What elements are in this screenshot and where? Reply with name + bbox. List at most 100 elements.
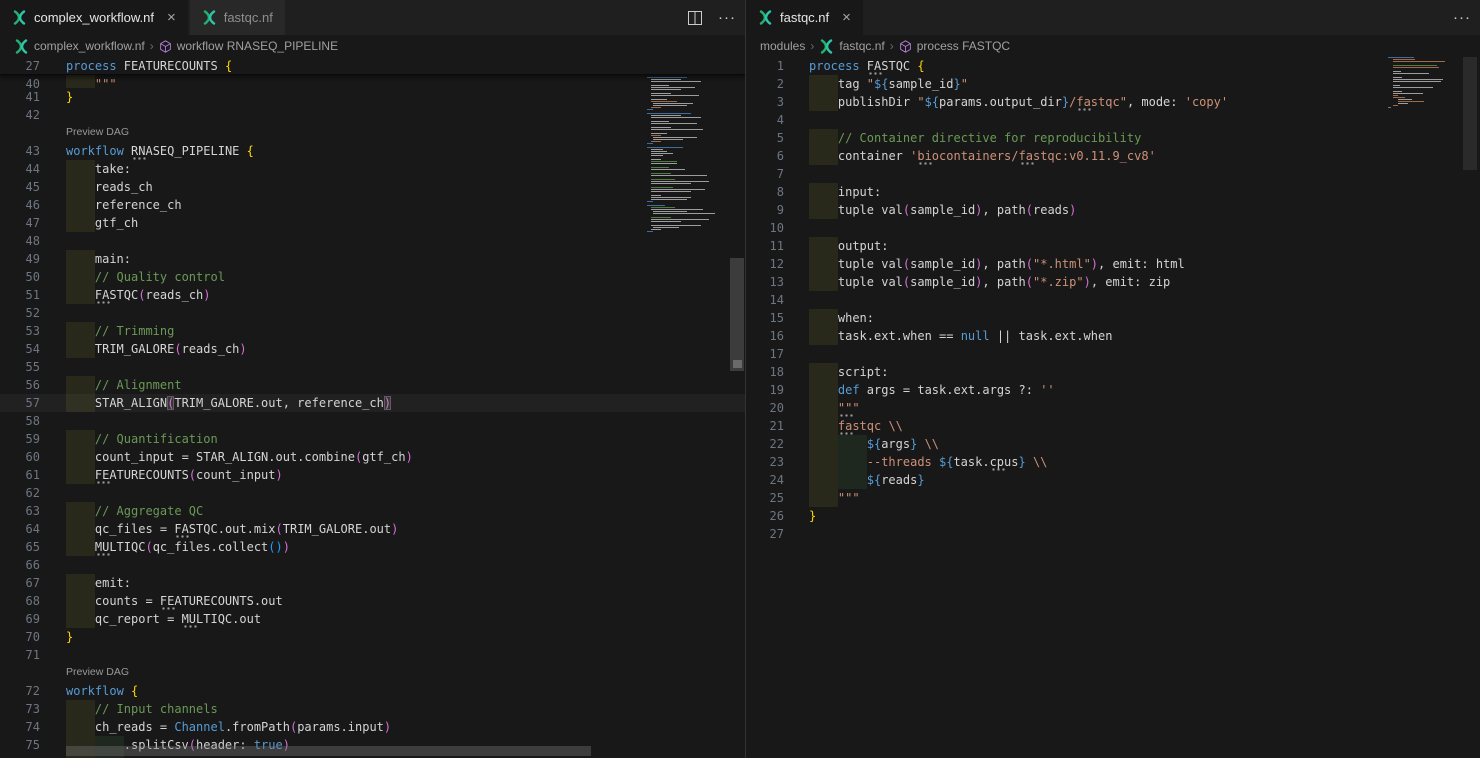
code-line-60[interactable]: 60count_input = STAR_ALIGN.out.combine(g… xyxy=(0,448,745,466)
code-line-17[interactable]: 17 xyxy=(746,345,1480,363)
minimap[interactable] xyxy=(1388,57,1452,113)
code-line-23[interactable]: 23--threads ${task.cpus} \\ xyxy=(746,453,1480,471)
code-line-13[interactable]: 13tuple val(sample_id), path("*.zip"), e… xyxy=(746,273,1480,291)
code-line-5[interactable]: 5// Container directive for reproducibil… xyxy=(746,129,1480,147)
code-line-3[interactable]: 3publishDir "${params.output_dir}/fastqc… xyxy=(746,93,1480,111)
code-line-73[interactable]: 73// Input channels xyxy=(0,700,745,718)
code-line-58[interactable]: 58 xyxy=(0,412,745,430)
line-number: 19 xyxy=(746,381,784,399)
code-line-10[interactable]: 10 xyxy=(746,219,1480,237)
code-line-40[interactable]: 40""" xyxy=(0,75,745,88)
line-text: // Container directive for reproducibili… xyxy=(838,129,1141,147)
code-line-8[interactable]: 8input: xyxy=(746,183,1480,201)
vertical-scrollbar[interactable] xyxy=(730,258,744,371)
more-actions-icon[interactable]: ··· xyxy=(717,8,737,28)
code-line-47[interactable]: 47gtf_ch xyxy=(0,214,745,232)
breadcrumb-item[interactable]: process FASTQC xyxy=(899,39,1010,53)
codelens-link[interactable]: Preview DAG xyxy=(0,124,745,142)
code-line-26[interactable]: 26} xyxy=(746,507,1480,525)
code-editor-left[interactable]: 27process FEATURECOUNTS { 40"""41}42Prev… xyxy=(0,57,745,758)
line-number: 2 xyxy=(746,75,784,93)
line-text: container 'biocontainers/fastqc:v0.11.9_… xyxy=(838,147,1156,165)
code-line-50[interactable]: 50// Quality control xyxy=(0,268,745,286)
code-line-19[interactable]: 19def args = task.ext.args ?: '' xyxy=(746,381,1480,399)
line-text: tuple val(sample_id), path("*.zip"), emi… xyxy=(838,273,1170,291)
code-line-61[interactable]: 61FEATURECOUNTS(count_input) xyxy=(0,466,745,484)
horizontal-scrollbar[interactable] xyxy=(66,746,591,756)
codelens-link[interactable]: Preview DAG xyxy=(0,664,745,682)
sticky-scroll-line[interactable]: 27process FEATURECOUNTS { xyxy=(0,57,745,75)
code-line-68[interactable]: 68counts = FEATURECOUNTS.out xyxy=(0,592,745,610)
code-line-45[interactable]: 45reads_ch xyxy=(0,178,745,196)
code-line-12[interactable]: 12tuple val(sample_id), path("*.html"), … xyxy=(746,255,1480,273)
code-line-4[interactable]: 4 xyxy=(746,111,1480,129)
code-line-62[interactable]: 62 xyxy=(0,484,745,502)
code-line-71[interactable]: 71 xyxy=(0,646,745,664)
more-actions-icon[interactable]: ··· xyxy=(1452,8,1472,28)
code-line-9[interactable]: 9tuple val(sample_id), path(reads) xyxy=(746,201,1480,219)
code-line-1[interactable]: 1process FASTQC { xyxy=(746,57,1480,75)
breadcrumb-item[interactable]: complex_workflow.nf xyxy=(14,39,145,54)
code-line-2[interactable]: 2tag "${sample_id}" xyxy=(746,75,1480,93)
code-line-42[interactable]: 42 xyxy=(0,106,745,124)
close-icon[interactable]: × xyxy=(167,10,176,25)
code-line-46[interactable]: 46reference_ch xyxy=(0,196,745,214)
vscode-window: complex_workflow.nf× fastqc.nf ··· compl… xyxy=(0,0,1480,758)
line-number: 11 xyxy=(746,237,784,255)
minimap[interactable] xyxy=(647,57,729,235)
code-line-6[interactable]: 6container 'biocontainers/fastqc:v0.11.9… xyxy=(746,147,1480,165)
code-line-43[interactable]: 43workflow RNASEQ_PIPELINE { xyxy=(0,142,745,160)
code-line-63[interactable]: 63// Aggregate QC xyxy=(0,502,745,520)
code-line-27[interactable]: 27 xyxy=(746,525,1480,543)
code-editor-right[interactable]: 1process FASTQC {2tag "${sample_id}"3pub… xyxy=(746,57,1480,758)
code-line-7[interactable]: 7 xyxy=(746,165,1480,183)
tab-fastqc.nf[interactable]: fastqc.nf× xyxy=(746,0,863,35)
split-editor-icon[interactable] xyxy=(685,8,705,28)
code-line-64[interactable]: 64qc_files = FASTQC.out.mix(TRIM_GALORE.… xyxy=(0,520,745,538)
editor-actions-left: ··· xyxy=(685,0,737,35)
code-line-54[interactable]: 54TRIM_GALORE(reads_ch) xyxy=(0,340,745,358)
code-line-67[interactable]: 67emit: xyxy=(0,574,745,592)
code-line-41[interactable]: 41} xyxy=(0,88,745,106)
code-line-18[interactable]: 18script: xyxy=(746,363,1480,381)
code-line-65[interactable]: 65MULTIQC(qc_files.collect()) xyxy=(0,538,745,556)
code-line-21[interactable]: 21fastqc \\ xyxy=(746,417,1480,435)
tab-fastqc.nf[interactable]: fastqc.nf xyxy=(190,0,285,35)
line-number: 3 xyxy=(746,93,784,111)
close-icon[interactable]: × xyxy=(842,10,851,25)
line-number: 67 xyxy=(0,574,40,592)
code-line-49[interactable]: 49main: xyxy=(0,250,745,268)
code-line-74[interactable]: 74ch_reads = Channel.fromPath(params.inp… xyxy=(0,718,745,736)
code-line-72[interactable]: 72workflow { xyxy=(0,682,745,700)
code-line-57[interactable]: 57STAR_ALIGN(TRIM_GALORE.out, reference_… xyxy=(0,394,745,412)
code-line-25[interactable]: 25""" xyxy=(746,489,1480,507)
breadcrumb-item[interactable]: workflow RNASEQ_PIPELINE xyxy=(159,39,338,53)
code-line-24[interactable]: 24${reads} xyxy=(746,471,1480,489)
code-line-51[interactable]: 51FASTQC(reads_ch) xyxy=(0,286,745,304)
code-line-14[interactable]: 14 xyxy=(746,291,1480,309)
code-line-16[interactable]: 16task.ext.when == null || task.ext.when xyxy=(746,327,1480,345)
tab-complex_workflow.nf[interactable]: complex_workflow.nf× xyxy=(0,0,188,35)
code-line-48[interactable]: 48 xyxy=(0,232,745,250)
code-line-53[interactable]: 53// Trimming xyxy=(0,322,745,340)
code-line-44[interactable]: 44take: xyxy=(0,160,745,178)
code-line-52[interactable]: 52 xyxy=(0,304,745,322)
indent-guide xyxy=(66,502,95,520)
breadcrumb-item[interactable]: modules xyxy=(760,39,805,53)
line-number: 47 xyxy=(0,214,40,232)
code-line-22[interactable]: 22${args} \\ xyxy=(746,435,1480,453)
code-line-55[interactable]: 55 xyxy=(0,358,745,376)
breadcrumb-item[interactable]: fastqc.nf xyxy=(819,39,884,54)
code-line-11[interactable]: 11output: xyxy=(746,237,1480,255)
indent-guide xyxy=(809,93,838,111)
code-line-69[interactable]: 69qc_report = MULTIQC.out xyxy=(0,610,745,628)
line-text: } xyxy=(66,88,73,106)
code-line-59[interactable]: 59// Quantification xyxy=(0,430,745,448)
code-line-15[interactable]: 15when: xyxy=(746,309,1480,327)
code-line-66[interactable]: 66 xyxy=(0,556,745,574)
code-line-56[interactable]: 56// Alignment xyxy=(0,376,745,394)
line-text: TRIM_GALORE(reads_ch) xyxy=(95,340,247,358)
vertical-scrollbar[interactable] xyxy=(1463,57,1477,170)
code-line-20[interactable]: 20""" xyxy=(746,399,1480,417)
code-line-70[interactable]: 70} xyxy=(0,628,745,646)
